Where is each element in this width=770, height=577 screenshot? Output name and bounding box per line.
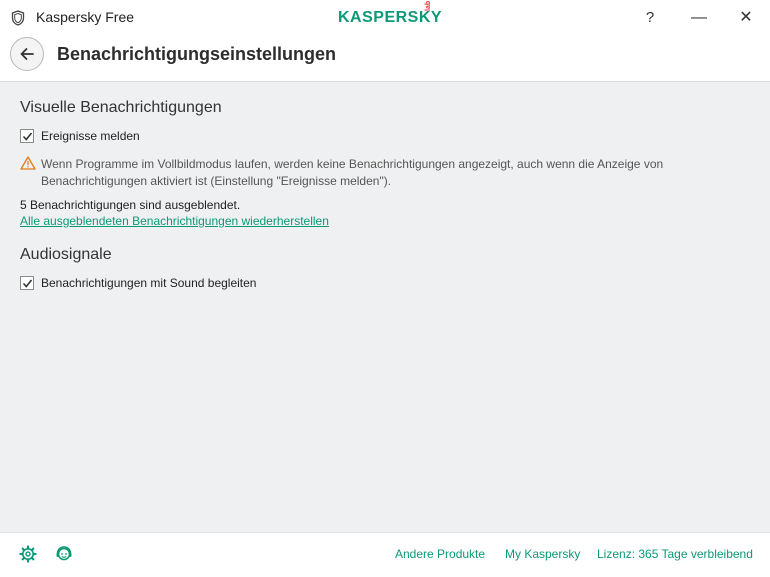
page-header: Benachrichtigungseinstellungen (0, 36, 770, 82)
kaspersky-shield-icon (11, 10, 25, 26)
warning-icon (20, 156, 36, 170)
kaspersky-logo: KASPERSKY (338, 9, 443, 26)
help-button[interactable]: ? (635, 4, 665, 32)
checkmark-icon (22, 279, 33, 288)
sound-checkbox[interactable] (20, 276, 34, 290)
other-products-link[interactable]: Andere Produkte (395, 547, 485, 561)
arrow-left-icon (20, 48, 34, 60)
report-events-label: Ereignisse melden (41, 129, 140, 143)
section-title-audio: Audiosignale (20, 246, 112, 263)
license-link[interactable]: Lizenz: 365 Tage verbleibend (597, 547, 753, 561)
kaspersky-logo-badge: lab (425, 0, 432, 11)
checkmark-icon (22, 132, 33, 141)
gear-icon[interactable] (19, 545, 37, 563)
fullscreen-warning-text: Wenn Programme im Vollbildmodus laufen, … (41, 157, 664, 188)
hidden-notifications-count: 5 Benachrichtigungen sind ausgeblendet. (20, 198, 241, 212)
sound-label: Benachrichtigungen mit Sound begleiten (41, 276, 257, 290)
app-title: Kaspersky Free (36, 9, 135, 25)
page-title: Benachrichtigungseinstellungen (57, 44, 337, 64)
back-button[interactable] (10, 37, 44, 71)
title-bar: Kaspersky Free KASPERSKY lab ? — ✕ (0, 0, 770, 36)
report-events-checkbox[interactable] (20, 129, 34, 143)
restore-hidden-notifications-link[interactable]: Alle ausgeblendeten Benachrichtigungen w… (20, 214, 329, 228)
footer: Andere Produkte My Kaspersky Lizenz: 365… (0, 532, 770, 577)
my-kaspersky-link[interactable]: My Kaspersky (505, 547, 580, 561)
section-title-visual: Visuelle Benachrichtigungen (20, 99, 222, 116)
minimize-button[interactable]: — (684, 4, 714, 32)
support-agent-icon[interactable] (55, 545, 73, 563)
close-button[interactable]: ✕ (731, 4, 761, 32)
